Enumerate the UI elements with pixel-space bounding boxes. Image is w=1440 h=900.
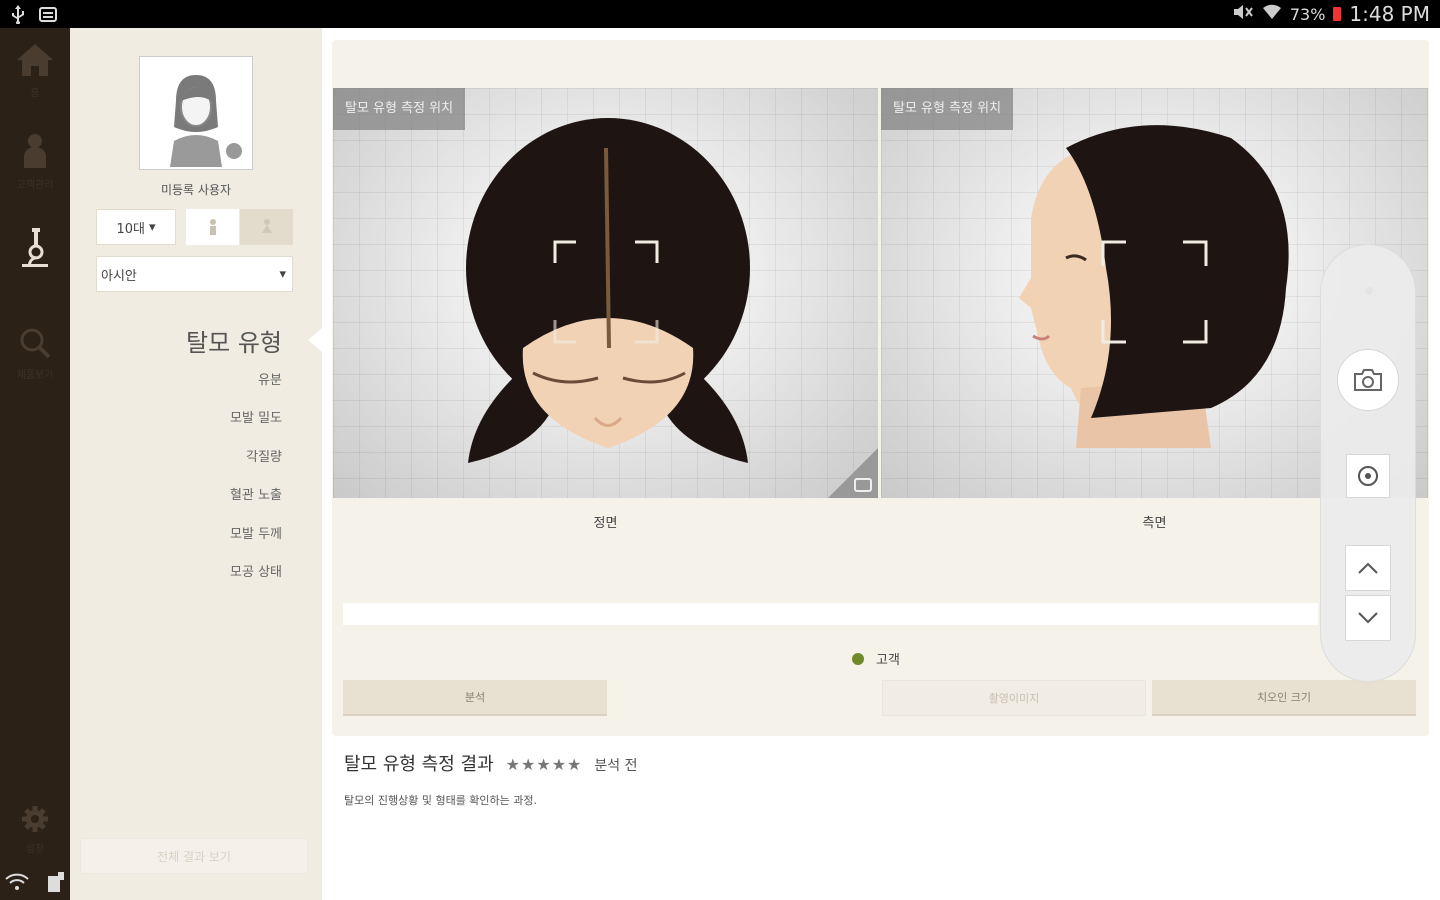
gear-icon — [22, 806, 48, 832]
side-panel: 미등록 사용자 10대 ▾ 아시안 ▾ 탈모 유형 유분 모발 밀도 각질량 혈… — [70, 28, 322, 900]
rating-stars: ★★★★★ — [505, 755, 583, 774]
result-header: 탈모 유형 측정 결과 ★★★★★ 분석 전 — [344, 750, 637, 776]
battery-percent: 73% — [1289, 4, 1326, 24]
chevron-down-icon: ▾ — [148, 219, 156, 235]
camera-icon — [854, 478, 872, 492]
menu-item-hair-density[interactable]: 모발 밀도 — [230, 408, 282, 446]
menu-item-oil[interactable]: 유분 — [230, 370, 282, 408]
race-select[interactable]: 아시안 ▾ — [96, 256, 293, 292]
person-icon — [24, 134, 46, 168]
rail-label-products: 제품보기 — [16, 370, 54, 381]
front-panel-tag: 탈모 유형 측정 위치 — [333, 88, 466, 130]
result-title: 탈모 유형 측정 결과 — [344, 754, 494, 775]
result-description: 탈모의 진행상황 및 형태를 확인하는 과정. — [344, 794, 538, 807]
age-value: 10대 — [116, 221, 145, 237]
rail-item-home[interactable]: 홈 — [0, 42, 70, 99]
camera-control-panel — [1320, 244, 1416, 682]
menu-item-dead-skin[interactable]: 각질량 — [230, 447, 282, 485]
rail-item-products[interactable]: 제품보기 — [0, 326, 70, 381]
front-label: 정면 — [593, 516, 618, 531]
side-panel-tag: 탈모 유형 측정 위치 — [881, 88, 1014, 130]
result-status: 분석 전 — [594, 758, 638, 774]
username: 미등록 사용자 — [160, 183, 232, 197]
menu-item-pore-state[interactable]: 모공 상태 — [230, 562, 282, 600]
female-icon — [261, 219, 272, 233]
home-icon — [17, 44, 53, 76]
rail-item-customer[interactable]: 고객관리 — [0, 132, 70, 191]
front-image-panel[interactable]: 탈모 유형 측정 위치 — [333, 88, 878, 498]
focus-button[interactable] — [1346, 454, 1390, 498]
race-value: 아시안 — [101, 268, 137, 284]
legend: 고객 — [852, 649, 900, 668]
microscope-icon — [22, 228, 48, 267]
chevron-down-icon: ▾ — [279, 266, 286, 282]
menu-pointer — [308, 328, 322, 352]
gender-female-button[interactable] — [240, 209, 293, 245]
front-head-illustration — [466, 118, 750, 463]
wifi-icon — [1262, 2, 1282, 26]
result-progress-bar — [343, 603, 1318, 625]
search-icon — [20, 328, 51, 359]
rail-label-customer: 고객관리 — [16, 180, 54, 191]
usb-icon — [10, 4, 26, 28]
menu-title: 탈모 유형 — [186, 329, 282, 357]
menu-item-vessel-exposure[interactable]: 혈관 노출 — [230, 485, 282, 523]
device-icon — [44, 870, 66, 898]
legend-dot — [852, 652, 864, 665]
move-up-button[interactable] — [1345, 545, 1391, 591]
rail-item-settings[interactable]: 설정 — [0, 804, 70, 855]
rail-item-analysis[interactable] — [0, 226, 70, 274]
status-bar: 73% 1:48 PM — [0, 0, 1440, 28]
zoom-button[interactable]: 치오인 크기 — [1152, 680, 1416, 716]
camera-icon — [1354, 369, 1382, 391]
avatar[interactable] — [139, 56, 253, 170]
capture-button[interactable] — [1337, 349, 1399, 411]
male-icon — [209, 219, 216, 235]
wifi-status-icon — [4, 872, 30, 896]
chevron-up-icon — [1358, 562, 1378, 574]
mute-icon — [1232, 2, 1254, 26]
nav-rail: 홈 고객관리 제품보기 설정 — [0, 28, 70, 900]
indicator-dot — [1365, 287, 1373, 295]
chevron-down-icon — [1358, 612, 1378, 624]
analysis-menu: 유분 모발 밀도 각질량 혈관 노출 모발 두께 모공 상태 — [230, 370, 282, 600]
clock: 1:48 PM — [1349, 2, 1430, 26]
gender-male-button[interactable] — [186, 209, 239, 245]
rail-label-settings: 설정 — [25, 844, 45, 855]
gallery-icon — [38, 4, 58, 28]
target-icon — [1358, 466, 1378, 486]
menu-item-hair-thickness[interactable]: 모발 두께 — [230, 524, 282, 562]
age-select[interactable]: 10대 ▾ — [96, 209, 176, 245]
captured-image-button[interactable]: 촬영이미지 — [882, 680, 1146, 716]
battery-icon — [1333, 7, 1342, 21]
view-all-results-button[interactable]: 전체 결과 보기 — [80, 838, 308, 874]
analyze-button[interactable]: 분석 — [343, 680, 607, 716]
rail-label-home: 홈 — [30, 88, 40, 99]
move-down-button[interactable] — [1345, 595, 1391, 641]
avatar-camera-icon[interactable] — [224, 141, 244, 161]
legend-label: 고객 — [876, 653, 900, 668]
